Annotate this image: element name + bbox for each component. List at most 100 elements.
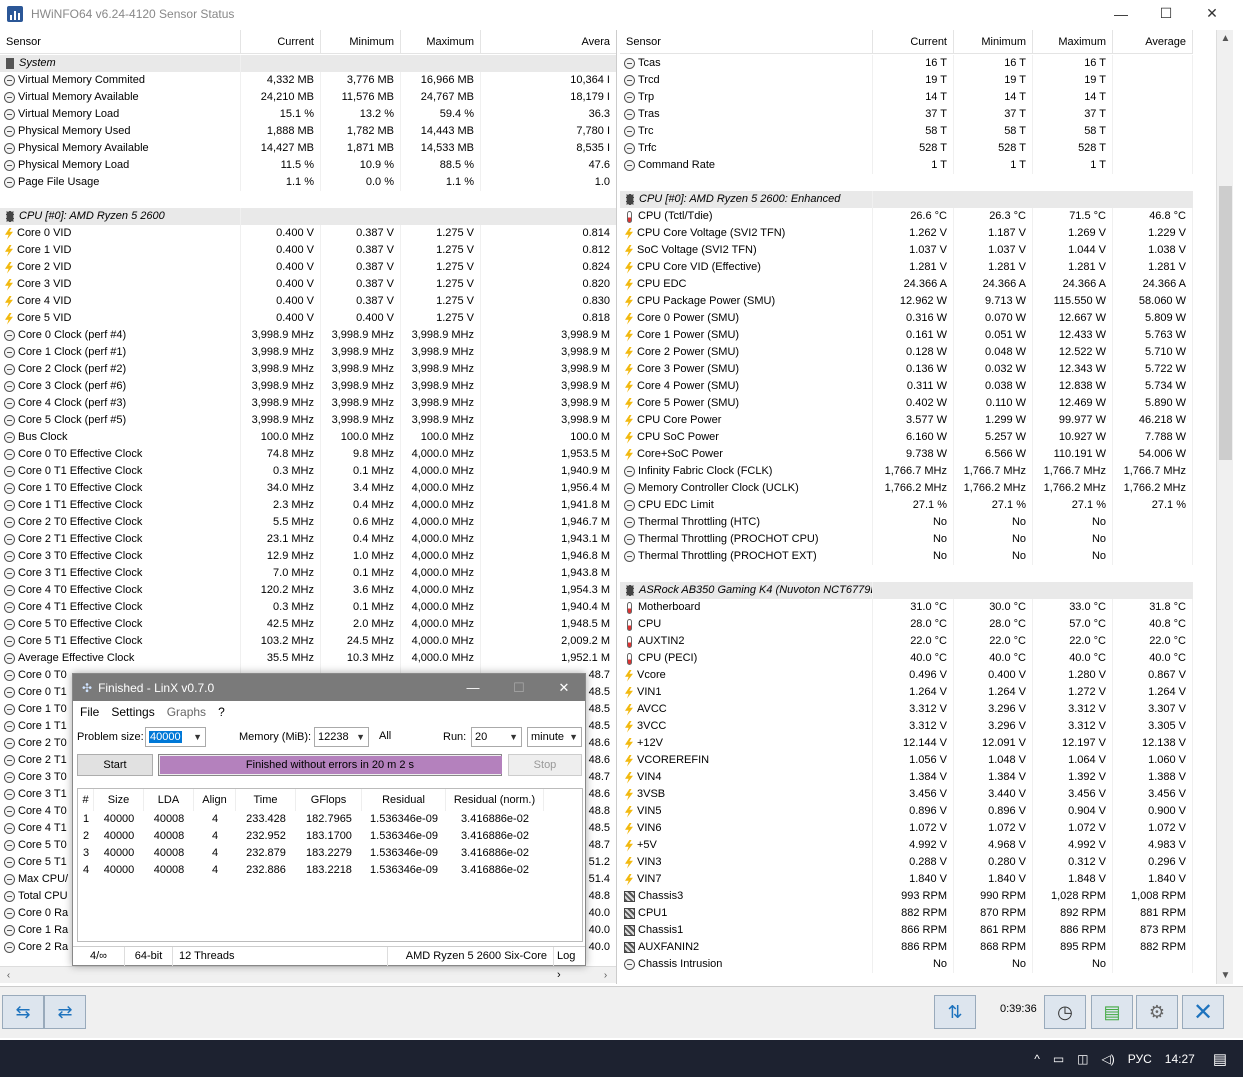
- left-sensor-row[interactable]: Bus Clock 100.0 MHz 100.0 MHz 100.0 MHz 100.…: [0, 429, 616, 446]
- right-sensor-row[interactable]: Tras 37 T 37 T 37 T: [620, 106, 1193, 123]
- right-sensor-row[interactable]: Trcd 19 T 19 T 19 T: [620, 72, 1193, 89]
- right-sensor-row[interactable]: VIN6 1.072 V 1.072 V 1.072 V 1.072 V: [620, 820, 1193, 837]
- right-header-0[interactable]: Sensor: [620, 30, 873, 54]
- desktop-icon[interactable]: ▭: [1053, 1052, 1064, 1066]
- right-sensor-row[interactable]: Core 4 Power (SMU) 0.311 W 0.038 W 12.838 W…: [620, 378, 1193, 395]
- right-sensor-row[interactable]: CPU (PECI) 40.0 °C 40.0 °C 40.0 °C 40.0 °C: [620, 650, 1193, 667]
- scroll-down-arrow-icon[interactable]: ▼: [1217, 967, 1234, 984]
- right-sensor-row[interactable]: CPU Core Voltage (SVI2 TFN) 1.262 V 1.187 …: [620, 225, 1193, 242]
- volume-icon[interactable]: ◁): [1102, 1052, 1115, 1066]
- left-sensor-row[interactable]: Virtual Memory Commited 4,332 MB 3,776 MB 1…: [0, 72, 616, 89]
- right-sensor-row[interactable]: Trfc 528 T 528 T 528 T: [620, 140, 1193, 157]
- horizontal-scrollbar-left[interactable]: ‹ ›: [0, 966, 616, 984]
- left-sensor-row[interactable]: Core 4 VID 0.400 V 0.387 V 1.275 V 0.830: [0, 293, 616, 310]
- left-sensor-row[interactable]: Core 1 VID 0.400 V 0.387 V 1.275 V 0.812: [0, 242, 616, 259]
- right-sensor-row[interactable]: 3VSB 3.456 V 3.440 V 3.456 V 3.456 V: [620, 786, 1193, 803]
- start-button[interactable]: Start: [77, 754, 153, 776]
- right-sensor-row[interactable]: +12V 12.144 V 12.091 V 12.197 V 12.138 V: [620, 735, 1193, 752]
- left-header-0[interactable]: Sensor: [0, 30, 241, 54]
- right-sensor-row[interactable]: Infinity Fabric Clock (FCLK) 1,766.7 MHz 1…: [620, 463, 1193, 480]
- right-sensor-row[interactable]: VIN3 0.288 V 0.280 V 0.312 V 0.296 V: [620, 854, 1193, 871]
- left-sensor-row[interactable]: Core 4 T0 Effective Clock 120.2 MHz 3.6 MH…: [0, 582, 616, 599]
- left-sensor-row[interactable]: Core 4 T1 Effective Clock 0.3 MHz 0.1 MHz 4…: [0, 599, 616, 616]
- right-sensor-row[interactable]: Trc 58 T 58 T 58 T: [620, 123, 1193, 140]
- right-sensor-row[interactable]: Core 1 Power (SMU) 0.161 W 0.051 W 12.433 W…: [620, 327, 1193, 344]
- results-row[interactable]: 3 40000 40008 4 232.879 183.2279 1.536346e-09 3…: [78, 845, 582, 862]
- left-sensor-row[interactable]: Core 0 T0 Effective Clock 74.8 MHz 9.8 MHz…: [0, 446, 616, 463]
- right-sensor-row[interactable]: Tcas 16 T 16 T 16 T: [620, 55, 1193, 72]
- right-sensor-row[interactable]: VIN4 1.384 V 1.384 V 1.392 V 1.388 V: [620, 769, 1193, 786]
- left-sensor-row[interactable]: Core 3 VID 0.400 V 0.387 V 1.275 V 0.820: [0, 276, 616, 293]
- language-indicator[interactable]: РУС: [1128, 1052, 1152, 1066]
- right-group-row[interactable]: ASRock AB350 Gaming K4 (Nuvoton NCT6779D…: [620, 582, 1193, 599]
- left-sensor-row[interactable]: Core 2 Clock (perf #2) 3,998.9 MHz 3,998.9…: [0, 361, 616, 378]
- right-sensor-row[interactable]: CPU Package Power (SMU) 12.962 W 9.713 W 11…: [620, 293, 1193, 310]
- right-header-4[interactable]: Average: [1113, 30, 1193, 54]
- right-header-1[interactable]: Current: [873, 30, 954, 54]
- right-sensor-row[interactable]: Core 0 Power (SMU) 0.316 W 0.070 W 12.667 W…: [620, 310, 1193, 327]
- minimize-button[interactable]: —: [1098, 0, 1144, 27]
- left-header-1[interactable]: Current: [241, 30, 321, 54]
- right-sensor-row[interactable]: CPU Core Power 3.577 W 1.299 W 99.977 W 46.2…: [620, 412, 1193, 429]
- left-sensor-row[interactable]: Core 2 T0 Effective Clock 5.5 MHz 0.6 MHz 4…: [0, 514, 616, 531]
- left-group-row[interactable]: CPU [#0]: AMD Ryzen 5 2600: [0, 208, 616, 225]
- log-file-icon[interactable]: ▤: [1091, 995, 1133, 1029]
- right-sensor-row[interactable]: CPU1 882 RPM 870 RPM 892 RPM 881 RPM: [620, 905, 1193, 922]
- right-group-row[interactable]: CPU [#0]: AMD Ryzen 5 2600: Enhanced: [620, 191, 1193, 208]
- results-row[interactable]: 2 40000 40008 4 232.952 183.1700 1.536346e-09 3…: [78, 828, 582, 845]
- right-sensor-row[interactable]: Core+SoC Power 9.738 W 6.566 W 110.191 W 54.…: [620, 446, 1193, 463]
- left-sensor-row[interactable]: Virtual Memory Available 24,210 MB 11,576 …: [0, 89, 616, 106]
- right-sensor-row[interactable]: AVCC 3.312 V 3.296 V 3.312 V 3.307 V: [620, 701, 1193, 718]
- notification-icon[interactable]: ▤: [1213, 1050, 1227, 1068]
- vertical-scrollbar-right[interactable]: ▲ ▼: [1216, 30, 1233, 984]
- right-sensor-row[interactable]: Thermal Throttling (PROCHOT CPU) No No No: [620, 531, 1193, 548]
- left-sensor-row[interactable]: Core 5 Clock (perf #5) 3,998.9 MHz 3,998.9…: [0, 412, 616, 429]
- left-sensor-row[interactable]: Core 3 T0 Effective Clock 12.9 MHz 1.0 MHz…: [0, 548, 616, 565]
- right-sensor-row[interactable]: Core 2 Power (SMU) 0.128 W 0.048 W 12.522 W…: [620, 344, 1193, 361]
- scroll-left-arrow-icon[interactable]: ‹: [0, 967, 17, 984]
- right-sensor-row[interactable]: CPU Core VID (Effective) 1.281 V 1.281 V 1.…: [620, 259, 1193, 276]
- linx-minimize-button[interactable]: —: [451, 674, 495, 701]
- right-header-2[interactable]: Minimum: [954, 30, 1033, 54]
- right-sensor-row[interactable]: VCOREREFIN 1.056 V 1.048 V 1.064 V 1.060 V: [620, 752, 1193, 769]
- right-sensor-row[interactable]: Trp 14 T 14 T 14 T: [620, 89, 1193, 106]
- left-header-3[interactable]: Maximum: [401, 30, 481, 54]
- problem-size-combo[interactable]: 40000 ▼: [145, 727, 206, 747]
- left-sensor-row[interactable]: Core 5 T0 Effective Clock 42.5 MHz 2.0 MHz…: [0, 616, 616, 633]
- close-sensors-icon[interactable]: ✕: [1182, 995, 1224, 1029]
- run-unit-combo[interactable]: minute ▼: [527, 727, 582, 747]
- network-icon[interactable]: ⇅: [934, 995, 976, 1029]
- right-sensor-row[interactable]: Core 5 Power (SMU) 0.402 W 0.110 W 12.469 W…: [620, 395, 1193, 412]
- right-sensor-row[interactable]: Thermal Throttling (PROCHOT EXT) No No No: [620, 548, 1193, 565]
- right-sensor-row[interactable]: VIN1 1.264 V 1.264 V 1.272 V 1.264 V: [620, 684, 1193, 701]
- left-sensor-row[interactable]: Virtual Memory Load 15.1 % 13.2 % 59.4 % 36.…: [0, 106, 616, 123]
- right-sensor-row[interactable]: +5V 4.992 V 4.968 V 4.992 V 4.983 V: [620, 837, 1193, 854]
- menu-help[interactable]: ?: [218, 705, 225, 719]
- left-sensor-row[interactable]: Physical Memory Load 11.5 % 10.9 % 88.5 % 47…: [0, 157, 616, 174]
- left-sensor-row[interactable]: Core 1 T0 Effective Clock 34.0 MHz 3.4 MHz…: [0, 480, 616, 497]
- left-sensor-row[interactable]: Core 3 T1 Effective Clock 7.0 MHz 0.1 MHz 4…: [0, 565, 616, 582]
- clock-reset-icon[interactable]: ◷: [1044, 995, 1086, 1029]
- clock-time[interactable]: 14:27: [1165, 1052, 1195, 1066]
- right-sensor-row[interactable]: AUXFANIN2 886 RPM 868 RPM 895 RPM 882 RPM: [620, 939, 1193, 956]
- left-sensor-row[interactable]: Physical Memory Available 14,427 MB 1,871 …: [0, 140, 616, 157]
- scrollbar-thumb[interactable]: [1219, 186, 1232, 460]
- results-row[interactable]: 4 40000 40008 4 232.886 183.2218 1.536346e-09 3…: [78, 862, 582, 879]
- stop-button[interactable]: Stop: [508, 754, 582, 776]
- left-sensor-row[interactable]: Core 5 VID 0.400 V 0.400 V 1.275 V 0.818: [0, 310, 616, 327]
- left-sensor-row[interactable]: Average Effective Clock 35.5 MHz 10.3 MHz 4…: [0, 650, 616, 667]
- network-tray-icon[interactable]: ◫: [1077, 1052, 1088, 1066]
- right-sensor-row[interactable]: Memory Controller Clock (UCLK) 1,766.2 MH…: [620, 480, 1193, 497]
- left-sensor-row[interactable]: Core 2 VID 0.400 V 0.387 V 1.275 V 0.824: [0, 259, 616, 276]
- left-sensor-row[interactable]: Core 4 Clock (perf #3) 3,998.9 MHz 3,998.9…: [0, 395, 616, 412]
- log-button[interactable]: Log ›: [554, 947, 585, 981]
- right-sensor-row[interactable]: SoC Voltage (SVI2 TFN) 1.037 V 1.037 V 1.04…: [620, 242, 1193, 259]
- left-sensor-row[interactable]: Core 0 Clock (perf #4) 3,998.9 MHz 3,998.9…: [0, 327, 616, 344]
- results-row[interactable]: 1 40000 40008 4 233.428 182.7965 1.536346e-09 3…: [78, 811, 582, 828]
- left-sensor-row[interactable]: Core 3 Clock (perf #6) 3,998.9 MHz 3,998.9…: [0, 378, 616, 395]
- left-sensor-row[interactable]: Core 1 T1 Effective Clock 2.3 MHz 0.4 MHz 4…: [0, 497, 616, 514]
- right-sensor-row[interactable]: Chassis Intrusion No No No: [620, 956, 1193, 973]
- right-sensor-row[interactable]: Chassis3 993 RPM 990 RPM 1,028 RPM 1,008 RPM: [620, 888, 1193, 905]
- menu-file[interactable]: File: [80, 705, 99, 719]
- right-sensor-row[interactable]: Motherboard 31.0 °C 30.0 °C 33.0 °C 31.8 °C: [620, 599, 1193, 616]
